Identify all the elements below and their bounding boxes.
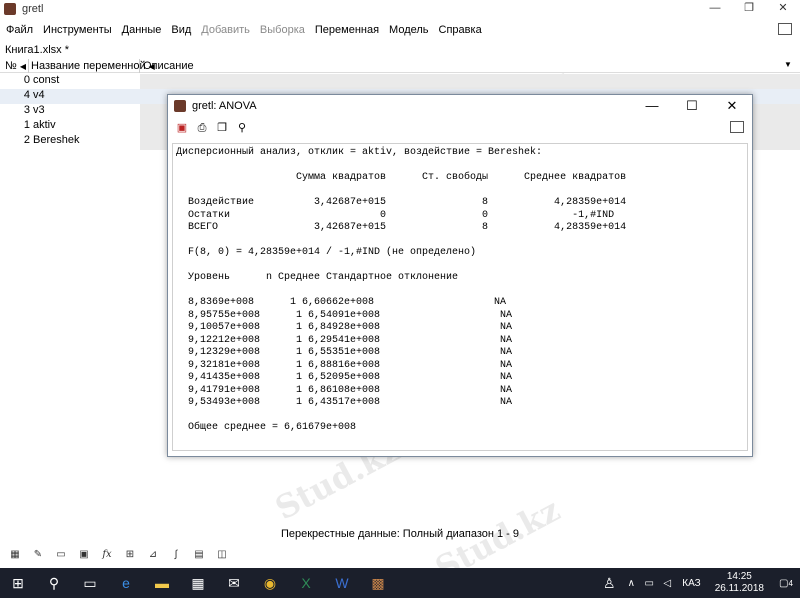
search-icon[interactable]: ⚲ xyxy=(36,568,72,598)
main-titlebar: gretl — ❐ ✕ xyxy=(0,0,800,18)
chevron-up-icon[interactable]: ∧ xyxy=(622,568,640,598)
dataset-filename: Книга1.xlsx * xyxy=(5,44,69,56)
status-bar: Перекрестные данные: Полный диапазон 1 -… xyxy=(280,528,519,540)
people-icon[interactable]: ♙ xyxy=(596,568,622,598)
close-button[interactable]: ✕ xyxy=(766,0,800,18)
gretl-taskbar-icon[interactable]: ▩ xyxy=(360,568,396,598)
store-icon[interactable]: ▦ xyxy=(180,568,216,598)
menubar: Файл Инструменты Данные Вид Добавить Выб… xyxy=(0,20,800,40)
sort-arrow-icon: ◀ xyxy=(19,62,26,71)
dialog-toolbar: ▣ ⎙ ❐ ⚲ xyxy=(168,117,752,139)
console-icon[interactable]: ▭ xyxy=(54,548,68,562)
menu-data[interactable]: Данные xyxy=(122,24,162,36)
windows-list-icon[interactable] xyxy=(778,23,792,35)
clock[interactable]: 14:25 26.11.2018 xyxy=(715,571,764,595)
col-desc-header[interactable]: Описание xyxy=(143,60,194,72)
menu-model[interactable]: Модель xyxy=(389,24,428,36)
menu-add[interactable]: Добавить xyxy=(201,24,250,36)
list-item[interactable]: 0 const xyxy=(0,74,800,89)
matrix-icon[interactable]: ⊞ xyxy=(123,548,137,562)
window-title: gretl xyxy=(22,3,44,15)
col-name-header[interactable]: Название переменной ◀ xyxy=(31,60,155,72)
edit-script-icon[interactable]: ✎ xyxy=(31,548,45,562)
main-toolbar: ▦ ✎ ▭ ▣ fx ⊞ ⊿ ∫ ▤ ◫ xyxy=(0,544,800,566)
network-icon[interactable]: ▭ xyxy=(640,568,658,598)
taskbar: ⊞ ⚲ ▭ e ▬ ▦ ✉ ◉ X W ▩ ♙ ∧ ▭ ◁ КАЗ 14:25 … xyxy=(0,568,800,598)
task-view-icon[interactable]: ▭ xyxy=(72,568,108,598)
col-num-header[interactable]: № ◀ xyxy=(5,60,26,72)
windows-list-icon[interactable] xyxy=(730,121,744,133)
mail-icon[interactable]: ✉ xyxy=(216,568,252,598)
file-explorer-icon[interactable]: ▬ xyxy=(144,568,180,598)
system-tray: ♙ ∧ ▭ ◁ КАЗ 14:25 26.11.2018 ▢ 4 xyxy=(596,568,800,598)
function-icon[interactable]: fx xyxy=(100,548,114,562)
menu-help[interactable]: Справка xyxy=(439,24,482,36)
save-icon[interactable]: ▣ xyxy=(175,121,189,135)
database-icon[interactable]: ◫ xyxy=(215,548,229,562)
variables-table-header: № ◀ Название переменной ◀ Описание ▼ xyxy=(0,59,800,73)
restore-button[interactable]: ❐ xyxy=(732,0,766,18)
menu-view[interactable]: Вид xyxy=(171,24,191,36)
integral-icon[interactable]: ∫ xyxy=(169,548,183,562)
dialog-minimize-button[interactable]: — xyxy=(632,95,672,117)
window-controls: — ❐ ✕ xyxy=(698,0,800,18)
edge-browser-icon[interactable]: e xyxy=(108,568,144,598)
excel-icon[interactable]: X xyxy=(288,568,324,598)
chrome-icon[interactable]: ◉ xyxy=(252,568,288,598)
graph-icon[interactable]: ⊿ xyxy=(146,548,160,562)
book-icon[interactable]: ▤ xyxy=(192,548,206,562)
notifications-icon[interactable]: ▢ 4 xyxy=(772,568,800,598)
start-windows-icon[interactable]: ⊞ xyxy=(0,568,36,598)
dialog-title: gretl: ANOVA xyxy=(192,100,257,112)
anova-dialog: gretl: ANOVA — ☐ ✕ ▣ ⎙ ❐ ⚲ Дисперсионный… xyxy=(167,94,753,457)
session-icon[interactable]: ▣ xyxy=(77,548,91,562)
copy-icon[interactable]: ❐ xyxy=(215,121,229,135)
minimize-button[interactable]: — xyxy=(698,0,732,18)
menu-variable[interactable]: Переменная xyxy=(315,24,379,36)
gretl-app-icon xyxy=(4,3,16,15)
language-indicator[interactable]: КАЗ xyxy=(682,578,700,589)
print-icon[interactable]: ⎙ xyxy=(195,121,209,135)
dialog-titlebar: gretl: ANOVA — ☐ ✕ xyxy=(168,95,752,117)
volume-icon[interactable]: ◁ xyxy=(658,568,676,598)
search-icon[interactable]: ⚲ xyxy=(235,121,249,135)
dialog-maximize-button[interactable]: ☐ xyxy=(672,95,712,117)
menu-sample[interactable]: Выборка xyxy=(260,24,305,36)
menu-file[interactable]: Файл xyxy=(6,24,33,36)
calculator-icon[interactable]: ▦ xyxy=(8,548,22,562)
anova-output-text[interactable]: Дисперсионный анализ, отклик = aktiv, во… xyxy=(172,143,748,451)
dialog-close-button[interactable]: ✕ xyxy=(712,95,752,117)
menu-tools[interactable]: Инструменты xyxy=(43,24,112,36)
dropdown-arrow-icon[interactable]: ▼ xyxy=(784,60,792,69)
word-icon[interactable]: W xyxy=(324,568,360,598)
gretl-app-icon xyxy=(174,100,186,112)
